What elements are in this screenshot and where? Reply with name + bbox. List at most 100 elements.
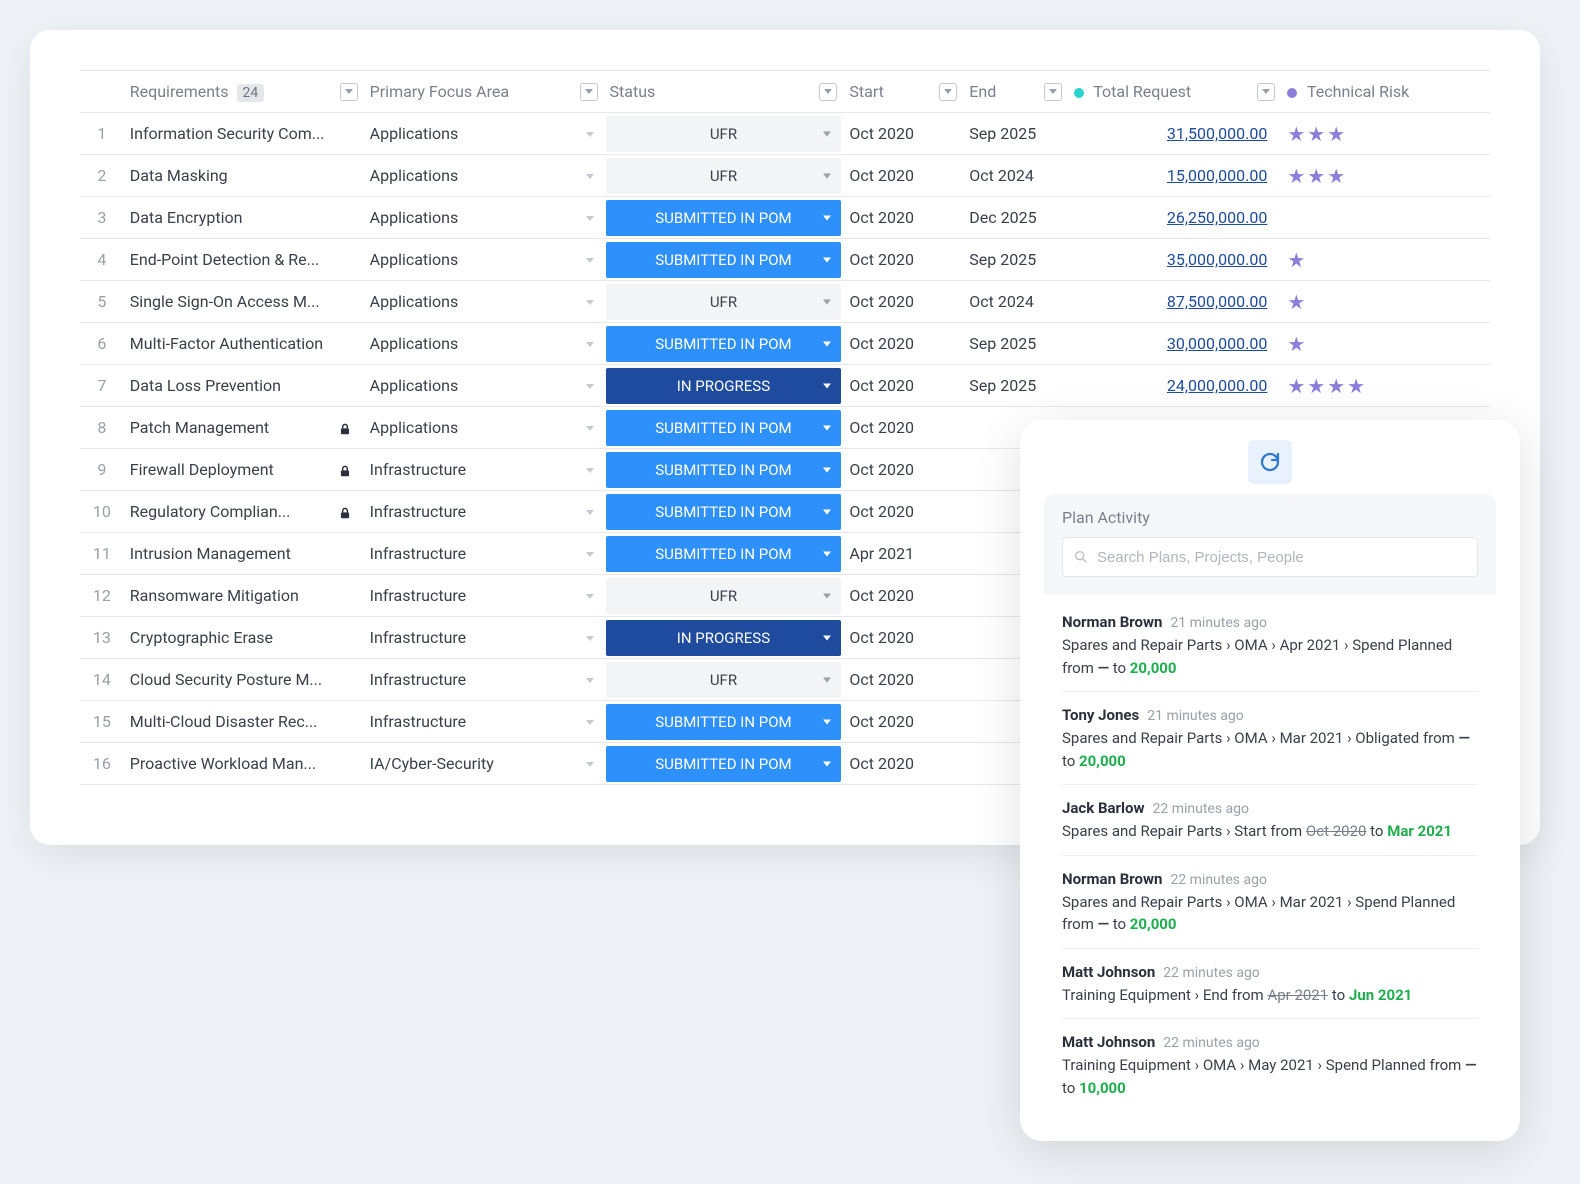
amount-link[interactable]: 35,000,000.00 xyxy=(1074,250,1276,269)
amount-link[interactable]: 24,000,000.00 xyxy=(1074,376,1276,395)
refresh-button[interactable] xyxy=(1248,440,1292,484)
chevron-down-icon[interactable] xyxy=(586,468,594,473)
chevron-down-icon[interactable] xyxy=(586,384,594,389)
total-cell[interactable]: 35,000,000.00 xyxy=(1068,239,1282,281)
focus-cell[interactable]: Applications xyxy=(364,323,604,365)
table-row[interactable]: 3Data EncryptionApplicationsSUBMITTED IN… xyxy=(80,197,1490,239)
focus-cell[interactable]: Infrastructure xyxy=(364,449,604,491)
table-row[interactable]: 6Multi-Factor AuthenticationApplications… xyxy=(80,323,1490,365)
total-cell[interactable]: 30,000,000.00 xyxy=(1068,323,1282,365)
start-cell[interactable]: Apr 2021 xyxy=(843,533,963,575)
start-cell[interactable]: Oct 2020 xyxy=(843,575,963,617)
activity-item[interactable]: Tony Jones21 minutes agoSpares and Repai… xyxy=(1062,692,1478,785)
filter-icon[interactable] xyxy=(580,83,598,101)
chevron-down-icon[interactable] xyxy=(823,341,831,346)
status-cell[interactable]: UFR xyxy=(604,659,844,701)
chevron-down-icon[interactable] xyxy=(586,636,594,641)
status-cell[interactable]: SUBMITTED IN POM xyxy=(604,449,844,491)
start-cell[interactable]: Oct 2020 xyxy=(843,365,963,407)
end-cell[interactable]: Sep 2025 xyxy=(963,323,1067,365)
chevron-down-icon[interactable] xyxy=(823,719,831,724)
chevron-down-icon[interactable] xyxy=(586,300,594,305)
chevron-down-icon[interactable] xyxy=(823,257,831,262)
focus-cell[interactable]: Infrastructure xyxy=(364,701,604,743)
activity-item[interactable]: Jack Barlow22 minutes agoSpares and Repa… xyxy=(1062,785,1478,856)
filter-icon[interactable] xyxy=(1044,83,1062,101)
col-header-end[interactable]: End xyxy=(963,71,1067,113)
chevron-down-icon[interactable] xyxy=(586,342,594,347)
table-row[interactable]: 4End-Point Detection & Re...Applications… xyxy=(80,239,1490,281)
focus-cell[interactable]: Infrastructure xyxy=(364,491,604,533)
chevron-down-icon[interactable] xyxy=(586,258,594,263)
amount-link[interactable]: 87,500,000.00 xyxy=(1074,292,1276,311)
start-cell[interactable]: Oct 2020 xyxy=(843,113,963,155)
table-row[interactable]: 7Data Loss PreventionApplicationsIN PROG… xyxy=(80,365,1490,407)
end-cell[interactable]: Sep 2025 xyxy=(963,365,1067,407)
amount-link[interactable]: 31,500,000.00 xyxy=(1074,124,1276,143)
chevron-down-icon[interactable] xyxy=(823,131,831,136)
focus-cell[interactable]: Applications xyxy=(364,197,604,239)
requirement-cell[interactable]: Cryptographic Erase xyxy=(124,617,364,659)
status-cell[interactable]: UFR xyxy=(604,281,844,323)
requirement-cell[interactable]: Multi-Factor Authentication xyxy=(124,323,364,365)
start-cell[interactable]: Oct 2020 xyxy=(843,617,963,659)
status-cell[interactable]: UFR xyxy=(604,113,844,155)
filter-icon[interactable] xyxy=(819,83,837,101)
focus-cell[interactable]: Applications xyxy=(364,407,604,449)
activity-search[interactable] xyxy=(1062,537,1478,577)
activity-item[interactable]: Matt Johnson22 minutes agoTraining Equip… xyxy=(1062,1019,1478,1111)
chevron-down-icon[interactable] xyxy=(823,425,831,430)
chevron-down-icon[interactable] xyxy=(823,215,831,220)
requirement-cell[interactable]: Data Encryption xyxy=(124,197,364,239)
start-cell[interactable]: Oct 2020 xyxy=(843,743,963,785)
start-cell[interactable]: Oct 2020 xyxy=(843,449,963,491)
start-cell[interactable]: Oct 2020 xyxy=(843,281,963,323)
activity-item[interactable]: Norman Brown21 minutes agoSpares and Rep… xyxy=(1062,599,1478,692)
amount-link[interactable]: 30,000,000.00 xyxy=(1074,334,1276,353)
requirement-cell[interactable]: Single Sign-On Access M... xyxy=(124,281,364,323)
focus-cell[interactable]: Infrastructure xyxy=(364,617,604,659)
chevron-down-icon[interactable] xyxy=(586,216,594,221)
status-cell[interactable]: SUBMITTED IN POM xyxy=(604,323,844,365)
filter-icon[interactable] xyxy=(1257,83,1275,101)
start-cell[interactable]: Oct 2020 xyxy=(843,491,963,533)
activity-item[interactable]: Norman Brown22 minutes agoSpares and Rep… xyxy=(1062,856,1478,949)
focus-cell[interactable]: IA/Cyber-Security xyxy=(364,743,604,785)
col-header-total[interactable]: Total Request xyxy=(1068,71,1282,113)
chevron-down-icon[interactable] xyxy=(586,510,594,515)
activity-search-input[interactable] xyxy=(1097,549,1467,566)
focus-cell[interactable]: Applications xyxy=(364,365,604,407)
requirement-cell[interactable]: Patch Management xyxy=(124,407,364,449)
chevron-down-icon[interactable] xyxy=(586,594,594,599)
focus-cell[interactable]: Infrastructure xyxy=(364,533,604,575)
risk-cell[interactable]: ★★★ xyxy=(1281,155,1490,197)
chevron-down-icon[interactable] xyxy=(586,426,594,431)
status-cell[interactable]: UFR xyxy=(604,155,844,197)
filter-icon[interactable] xyxy=(340,83,358,101)
total-cell[interactable]: 24,000,000.00 xyxy=(1068,365,1282,407)
risk-cell[interactable]: ★ xyxy=(1281,281,1490,323)
chevron-down-icon[interactable] xyxy=(823,467,831,472)
requirement-cell[interactable]: Firewall Deployment xyxy=(124,449,364,491)
status-cell[interactable]: SUBMITTED IN POM xyxy=(604,491,844,533)
requirement-cell[interactable]: Data Loss Prevention xyxy=(124,365,364,407)
chevron-down-icon[interactable] xyxy=(586,132,594,137)
col-header-focus[interactable]: Primary Focus Area xyxy=(364,71,604,113)
start-cell[interactable]: Oct 2020 xyxy=(843,323,963,365)
requirement-cell[interactable]: Cloud Security Posture M... xyxy=(124,659,364,701)
requirement-cell[interactable]: Information Security Com... xyxy=(124,113,364,155)
focus-cell[interactable]: Infrastructure xyxy=(364,659,604,701)
status-cell[interactable]: SUBMITTED IN POM xyxy=(604,701,844,743)
total-cell[interactable]: 31,500,000.00 xyxy=(1068,113,1282,155)
status-cell[interactable]: SUBMITTED IN POM xyxy=(604,743,844,785)
end-cell[interactable]: Sep 2025 xyxy=(963,113,1067,155)
focus-cell[interactable]: Applications xyxy=(364,281,604,323)
focus-cell[interactable]: Applications xyxy=(364,239,604,281)
chevron-down-icon[interactable] xyxy=(823,383,831,388)
start-cell[interactable]: Oct 2020 xyxy=(843,197,963,239)
chevron-down-icon[interactable] xyxy=(586,552,594,557)
focus-cell[interactable]: Applications xyxy=(364,113,604,155)
amount-link[interactable]: 15,000,000.00 xyxy=(1074,166,1276,185)
end-cell[interactable]: Dec 2025 xyxy=(963,197,1067,239)
filter-icon[interactable] xyxy=(939,83,957,101)
